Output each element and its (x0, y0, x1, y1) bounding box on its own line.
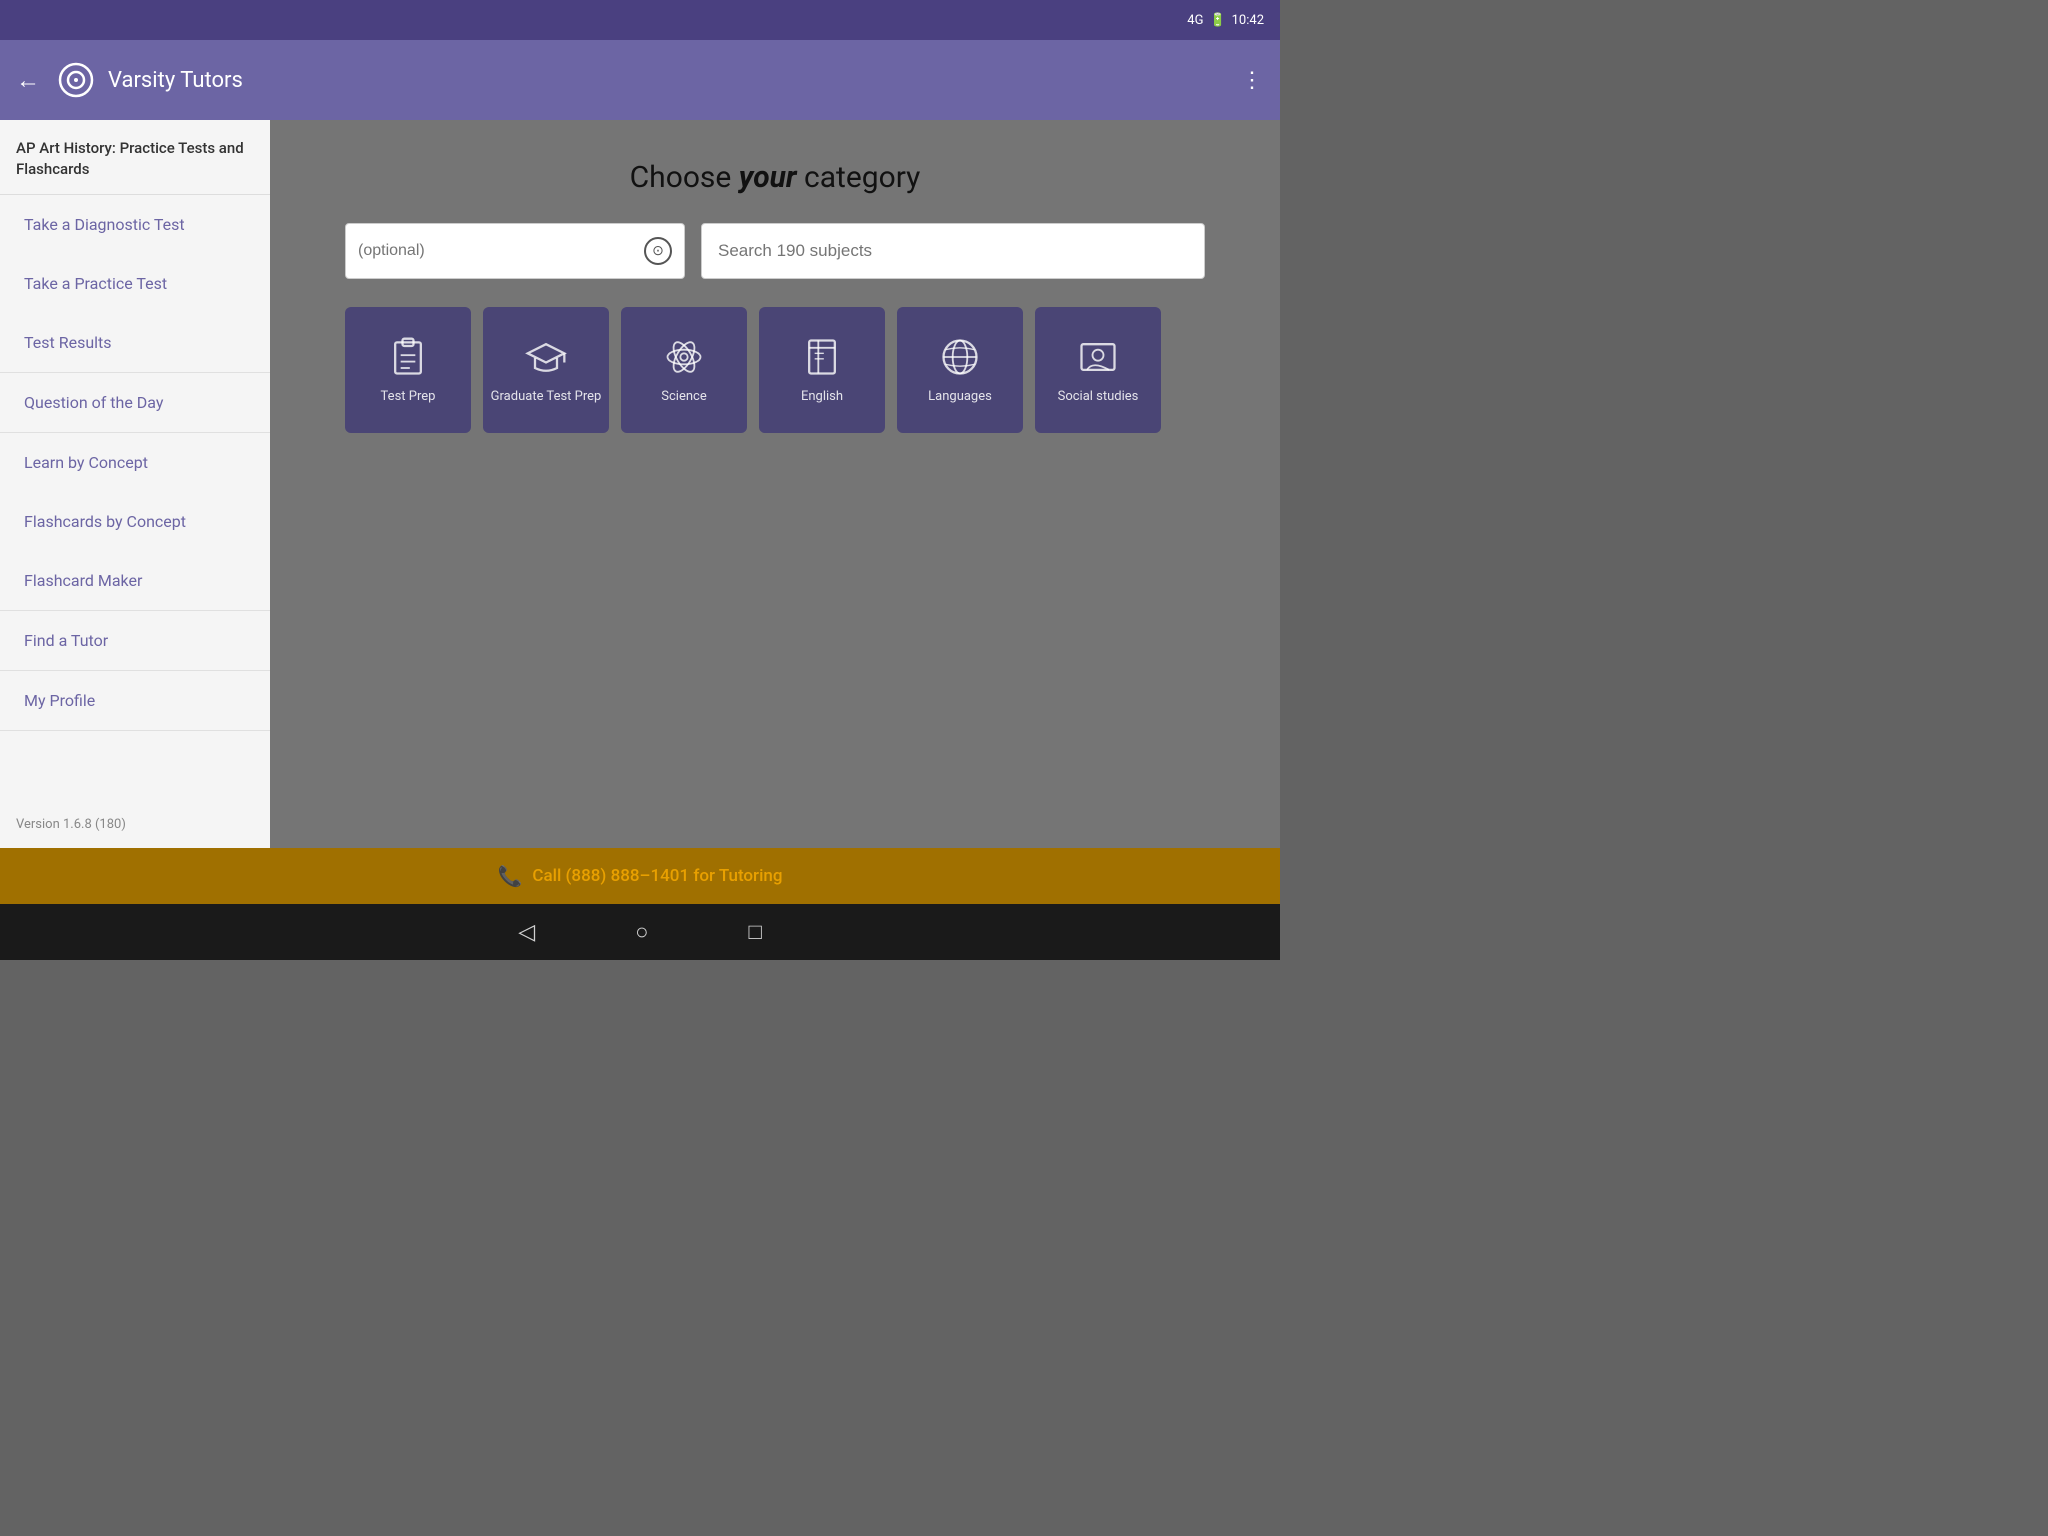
menu-button[interactable]: ⋮ (1241, 68, 1264, 93)
sidebar-item-flashcard-maker[interactable]: Flashcard Maker (0, 551, 270, 610)
call-bar-text: Call (888) 888–1401 for Tutoring (532, 866, 782, 886)
app-title: Varsity Tutors (108, 68, 1241, 93)
category-grad-test-prep[interactable]: Graduate Test Prep (483, 307, 609, 433)
app-logo (56, 60, 96, 100)
category-row: Test Prep Graduate Test Prep (345, 307, 1205, 433)
sidebar-item-find-tutor[interactable]: Find a Tutor (0, 611, 270, 670)
grad-test-prep-label: Graduate Test Prep (485, 389, 608, 406)
nav-back-button[interactable]: ◁ (518, 920, 535, 945)
title-suffix: category (797, 160, 921, 195)
atom-icon (662, 335, 706, 379)
search-row: ⊙ (345, 223, 1205, 279)
nav-bar: ◁ ○ □ (0, 904, 1280, 960)
graduation-icon (524, 335, 568, 379)
english-label: English (795, 389, 849, 406)
category-science[interactable]: Science (621, 307, 747, 433)
clipboard-icon (386, 335, 430, 379)
sidebar: AP Art History: Practice Tests and Flash… (0, 120, 270, 848)
globe-icon (938, 335, 982, 379)
app-bar: ← Varsity Tutors ⋮ (0, 40, 1280, 120)
version-label: Version 1.6.8 (180) (0, 801, 270, 848)
test-prep-label: Test Prep (375, 389, 442, 406)
person-card-icon (1076, 335, 1120, 379)
page-title: Choose your category (630, 160, 921, 195)
status-bar-right: 4G 🔋 10:42 (1187, 13, 1264, 28)
social-studies-label: Social studies (1052, 389, 1145, 406)
sidebar-item-qod[interactable]: Question of the Day (0, 373, 270, 432)
title-italic: your (739, 160, 797, 195)
title-prefix: Choose (630, 160, 739, 195)
call-bar[interactable]: 📞 Call (888) 888–1401 for Tutoring (0, 848, 1280, 904)
sidebar-section-tests: Take a Diagnostic Test Take a Practice T… (0, 195, 270, 373)
search-190-input[interactable] (718, 241, 1188, 261)
status-bar: 4G 🔋 10:42 (0, 0, 1280, 40)
sidebar-item-diagnostic[interactable]: Take a Diagnostic Test (0, 195, 270, 254)
science-label: Science (655, 389, 712, 406)
subject-search-box: ⊙ (345, 223, 685, 279)
nav-recent-button[interactable]: □ (748, 919, 761, 945)
content-area: Choose your category ⊙ Test (270, 120, 1280, 848)
subject-input[interactable] (358, 242, 644, 260)
sidebar-item-profile[interactable]: My Profile (0, 671, 270, 730)
languages-label: Languages (922, 389, 998, 406)
category-english[interactable]: English (759, 307, 885, 433)
signal-indicator: 4G (1187, 13, 1203, 28)
category-test-prep[interactable]: Test Prep (345, 307, 471, 433)
sidebar-section-learn: Learn by Concept Flashcards by Concept F… (0, 433, 270, 611)
phone-icon: 📞 (497, 864, 522, 888)
nav-home-button[interactable]: ○ (635, 919, 648, 945)
sidebar-item-learn[interactable]: Learn by Concept (0, 433, 270, 492)
sidebar-item-flashcards[interactable]: Flashcards by Concept (0, 492, 270, 551)
time-display: 10:42 (1232, 13, 1264, 28)
search-190-box (701, 223, 1205, 279)
sidebar-section-qod: Question of the Day (0, 373, 270, 433)
sidebar-item-results[interactable]: Test Results (0, 313, 270, 372)
sidebar-item-practice[interactable]: Take a Practice Test (0, 254, 270, 313)
battery-indicator: 🔋 (1209, 13, 1225, 28)
sidebar-header: AP Art History: Practice Tests and Flash… (0, 120, 270, 195)
sidebar-section-tutor: Find a Tutor (0, 611, 270, 671)
back-button[interactable]: ← (16, 66, 40, 95)
category-social-studies[interactable]: Social studies (1035, 307, 1161, 433)
sidebar-section-profile: My Profile (0, 671, 270, 731)
compass-icon[interactable]: ⊙ (644, 237, 672, 265)
category-languages[interactable]: Languages (897, 307, 1023, 433)
main-layout: AP Art History: Practice Tests and Flash… (0, 120, 1280, 848)
book-icon (800, 335, 844, 379)
